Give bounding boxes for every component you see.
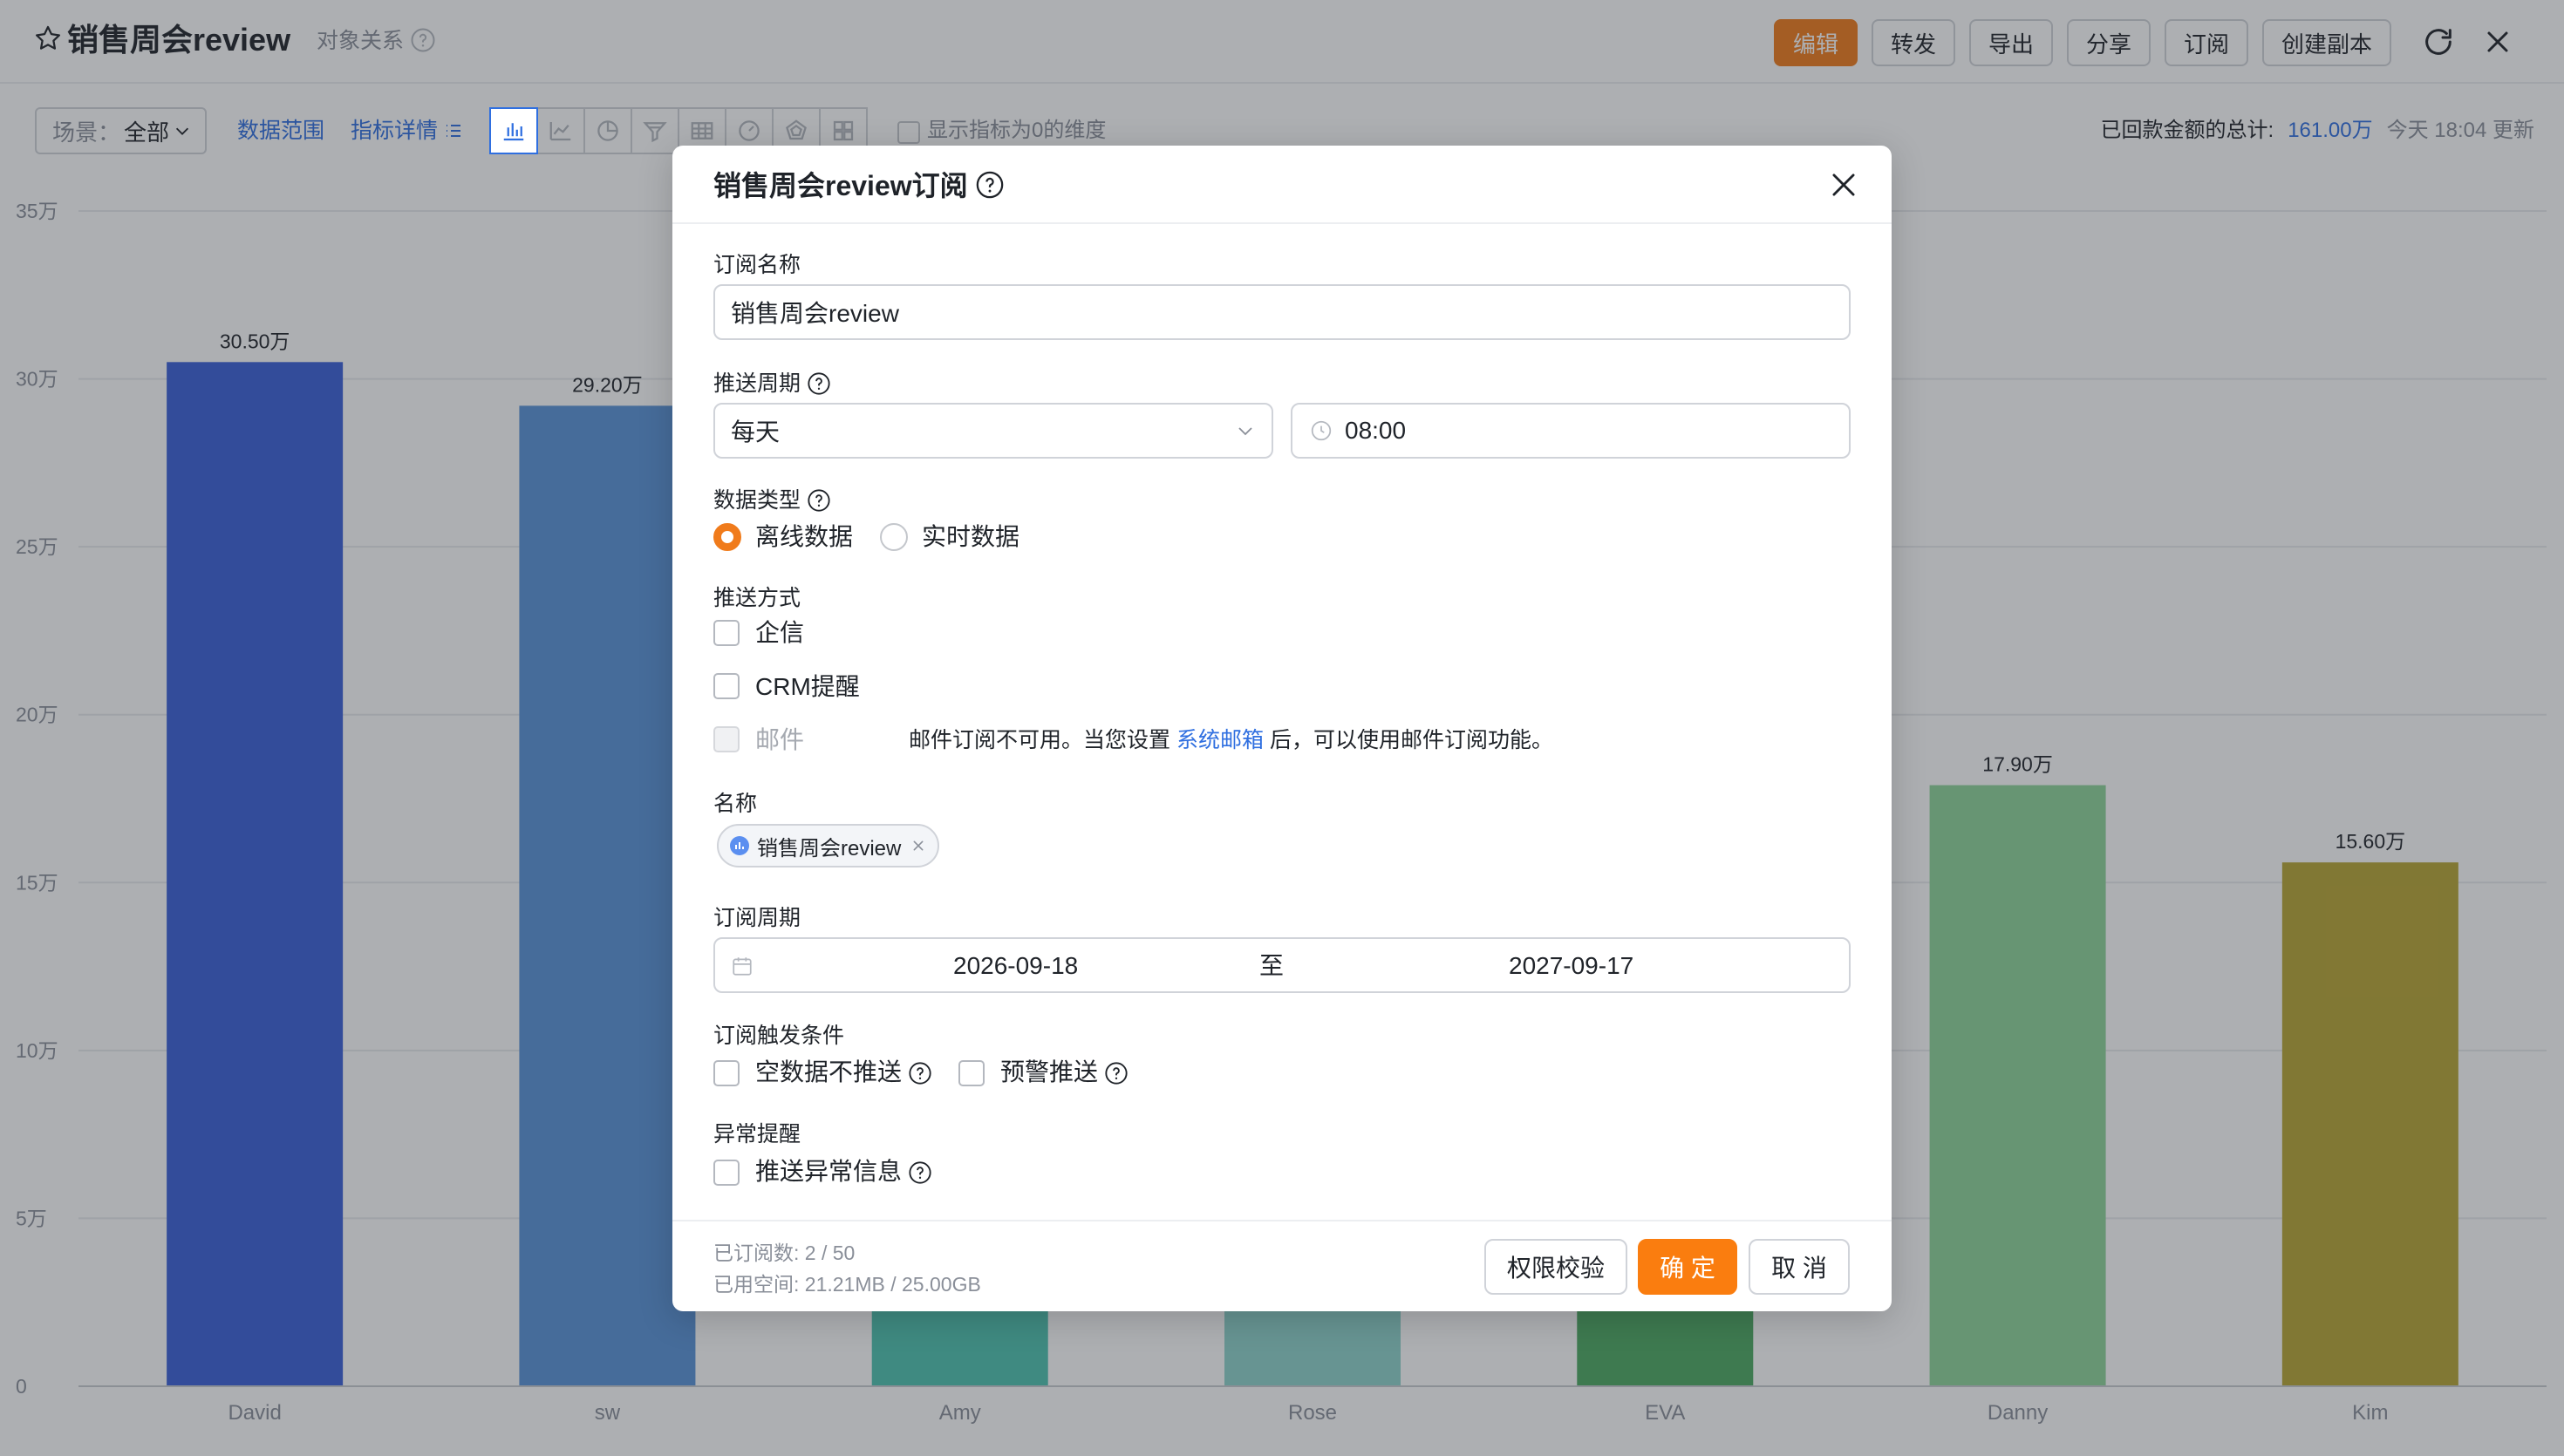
system-email-link[interactable]: 系统邮箱 [1176, 728, 1264, 752]
subscribed-count: 已订阅数: 2 / 50 [713, 1242, 856, 1264]
bar-chart-view-button[interactable] [489, 107, 538, 154]
start-date[interactable]: 2026-09-18 [953, 951, 1078, 981]
subscription-name-input[interactable]: 销售周会review [713, 284, 1851, 340]
push-period-select[interactable]: 每天 [713, 403, 1273, 459]
enterprise-msg-label[interactable]: 企信 [755, 616, 804, 650]
clock-icon [1311, 420, 1332, 441]
anomaly-reminder-label: 异常提醒 [713, 1122, 801, 1146]
push-anomaly-label[interactable]: 推送异常信息 [755, 1155, 902, 1188]
push-anomaly-checkbox[interactable] [713, 1160, 740, 1186]
chevron-down-icon [1238, 427, 1252, 436]
subscription-date-range[interactable]: 2026-09-18 至 2027-09-17 [713, 937, 1851, 993]
subscription-period-label: 订阅周期 [713, 906, 801, 930]
email-label: 邮件 [755, 726, 805, 753]
email-note-post: 后，可以使用邮件订阅功能。 [1269, 728, 1553, 752]
trigger-condition-label: 订阅触发条件 [713, 1024, 845, 1048]
target-tag: 销售周会review [717, 824, 940, 867]
help-icon[interactable] [807, 488, 831, 513]
alert-push-label[interactable]: 预警推送 [1000, 1056, 1098, 1089]
report-page: 销售周会review 对象关系 编辑 转发 导出 分享 订阅 创建副本 场景： … [0, 0, 2564, 1456]
dialog-footer: 已订阅数: 2 / 50 已用空间: 21.21MB / 25.00GB 权限校… [672, 1220, 1892, 1311]
skip-empty-label[interactable]: 空数据不推送 [755, 1056, 902, 1089]
offline-data-radio[interactable] [713, 523, 741, 551]
help-icon[interactable] [908, 1160, 932, 1185]
data-type-label: 数据类型 [713, 488, 801, 513]
realtime-data-label[interactable]: 实时数据 [922, 520, 1019, 554]
confirm-button[interactable]: 确 定 [1638, 1239, 1737, 1295]
alert-push-checkbox[interactable] [958, 1060, 985, 1086]
push-time-value: 08:00 [1345, 417, 1407, 444]
help-icon[interactable] [975, 170, 1005, 200]
enterprise-msg-checkbox[interactable] [713, 620, 740, 646]
permission-check-button[interactable]: 权限校验 [1484, 1239, 1627, 1295]
crm-reminder-label[interactable]: CRM提醒 [755, 670, 860, 704]
push-method-label: 推送方式 [713, 586, 801, 610]
push-time-input[interactable]: 08:00 [1291, 403, 1851, 459]
crm-reminder-checkbox[interactable] [713, 673, 740, 699]
help-icon[interactable] [807, 371, 831, 396]
help-icon[interactable] [1104, 1061, 1129, 1085]
offline-data-label[interactable]: 离线数据 [755, 520, 853, 554]
email-checkbox [713, 726, 740, 752]
push-period-value: 每天 [731, 418, 781, 446]
end-date[interactable]: 2027-09-17 [1509, 951, 1633, 981]
dialog-header: 销售周会review订阅 [672, 146, 1892, 224]
target-name-label: 名称 [713, 792, 758, 816]
skip-empty-checkbox[interactable] [713, 1060, 740, 1086]
email-unavailable-note: 邮件订阅不可用。当您设置 系统邮箱 后，可以使用邮件订阅功能。 [909, 725, 1553, 756]
bar-chart-icon [503, 123, 524, 141]
cancel-button[interactable]: 取 消 [1749, 1239, 1850, 1295]
help-icon[interactable] [908, 1061, 932, 1085]
dialog-close-icon[interactable] [1827, 168, 1860, 201]
subscription-dialog: 销售周会review订阅 订阅名称 销售周会review 推送周期 每天 08:… [672, 146, 1892, 1311]
calendar-icon [733, 957, 752, 976]
realtime-data-radio[interactable] [880, 523, 908, 551]
subscription-name-label: 订阅名称 [713, 253, 801, 277]
date-separator: 至 [1259, 952, 1285, 979]
target-tag-label: 销售周会review [757, 836, 902, 861]
email-note-pre: 邮件订阅不可用。当您设置 [909, 728, 1171, 752]
space-used: 已用空间: 21.21MB / 25.00GB [713, 1273, 981, 1296]
chart-icon [730, 836, 749, 855]
push-period-label: 推送周期 [713, 371, 801, 396]
tag-remove-icon[interactable] [911, 839, 925, 853]
dialog-title: 销售周会review订阅 [713, 170, 968, 201]
